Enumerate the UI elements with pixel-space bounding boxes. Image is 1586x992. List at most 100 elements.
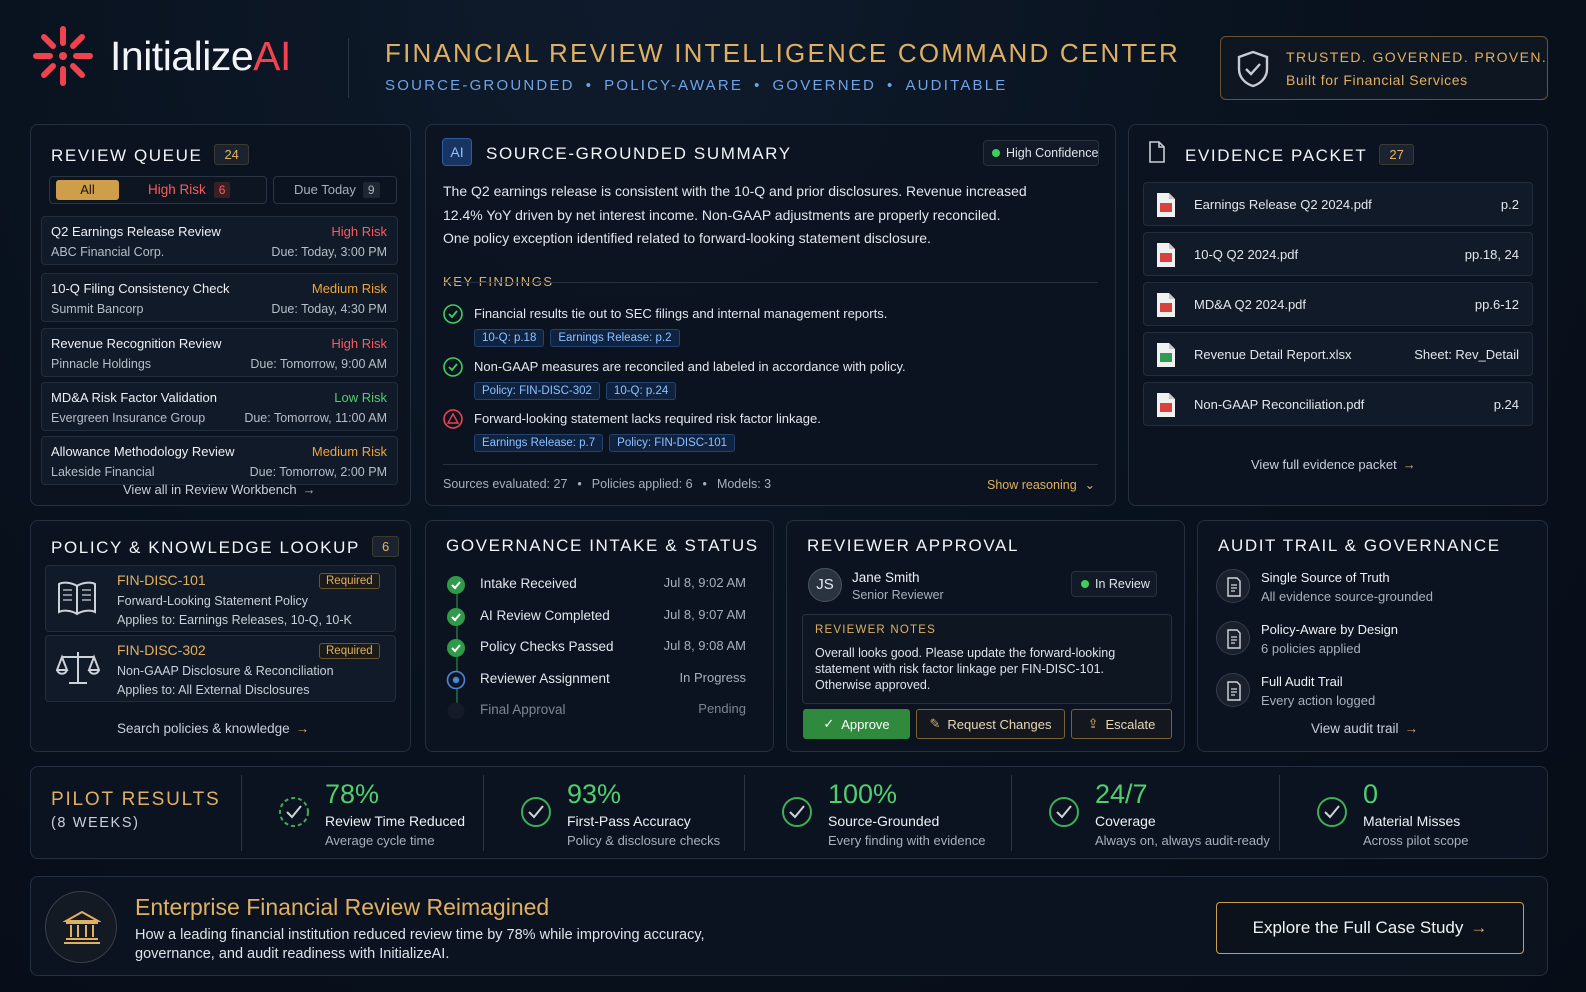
metric-value: 0 [1363,779,1379,809]
required-badge: Required [319,573,380,589]
document-icon [1149,141,1165,163]
clock-cycle-icon [1049,797,1079,827]
finding-text: Financial results tie out to SEC filings… [474,306,888,321]
audit-item: Policy-Aware by Design 6 policies applie… [1216,621,1536,665]
filter-due-today[interactable]: Due Today 9 [273,176,397,204]
notes-label: REVIEWER NOTES [815,624,936,636]
pilot-results-panel: PILOT RESULTS (8 WEEKS) 78% Review Time … [30,766,1548,859]
queue-item-org: Summit Bancorp [51,302,144,316]
case-study-body-2: governance, and audit readiness with Ini… [135,946,450,962]
queue-item-org: Pinnacle Holdings [51,357,152,371]
trust-badge: TRUSTED. GOVERNED. PROVEN. Built for Fin… [1220,36,1548,100]
source-chip[interactable]: Earnings Release: p.2 [550,329,680,347]
audit-item: Single Source of Truth All evidence sour… [1216,569,1536,613]
explore-case-study-button[interactable]: Explore the Full Case Study → [1216,902,1524,954]
queue-item-risk: Low Risk [334,390,387,405]
governance-title: GOVERNANCE INTAKE & STATUS [446,536,759,555]
queue-item-due: Due: Tomorrow, 11:00 AM [244,411,387,425]
filter-high-risk[interactable]: High Risk 6 [148,182,231,198]
filter-all[interactable]: All [56,180,119,200]
evidence-file[interactable]: MD&A Q2 2024.pdf pp.6-12 [1143,282,1533,326]
view-audit-trail-link[interactable]: View audit trail → [1311,721,1418,736]
warning-icon [443,409,463,429]
queue-item-title: Q2 Earnings Release Review [51,224,221,239]
source-chip[interactable]: Earnings Release: p.7 [474,434,604,452]
audit-item-sub: All evidence source-grounded [1261,589,1433,604]
evidence-panel: EVIDENCE PACKET 27 Earnings Release Q2 20… [1128,124,1548,506]
metric-sub: Across pilot scope [1363,833,1469,848]
request-changes-button[interactable]: ✎ Request Changes [916,709,1065,739]
source-chip[interactable]: Policy: FIN-DISC-302 [474,382,600,400]
pilot-metric: 93% First-Pass Accuracy Policy & disclos… [517,775,757,853]
pending-icon [447,702,465,720]
policy-item[interactable]: FIN-DISC-302 Required Non-GAAP Disclosur… [45,635,396,702]
pdf-file-icon [1157,193,1175,217]
summary-title: SOURCE-GROUNDED SUMMARY [486,144,792,163]
escalate-button[interactable]: ⇪ Escalate [1071,709,1172,739]
queue-item-org: Evergreen Insurance Group [51,411,206,425]
metric-value: 24/7 [1095,779,1148,809]
policy-count-badge: 6 [371,536,400,557]
evidence-file[interactable]: Earnings Release Q2 2024.pdf p.2 [1143,182,1533,226]
show-reasoning-toggle[interactable]: Show reasoning ⌄ [987,477,1095,492]
queue-item-title: Revenue Recognition Review [51,336,222,351]
pilot-metric: 24/7 Coverage Always on, always audit-re… [1045,775,1285,853]
pilot-title: PILOT RESULTS [51,789,221,810]
pdf-file-icon [1157,293,1175,317]
evidence-file-name: MD&A Q2 2024.pdf [1194,297,1307,312]
pilot-metric: 0 Material Misses Across pilot scope [1313,775,1553,853]
step-time: Jul 8, 9:02 AM [663,575,746,590]
queue-item-org: Lakeside Financial [51,465,155,479]
evidence-file-ref: Sheet: Rev_Detail [1414,347,1519,362]
check-icon: ✓ [823,716,835,731]
audit-item-sub: 6 policies applied [1261,641,1361,656]
queue-item-org: ABC Financial Corp. [51,245,165,259]
brand-logo[interactable]: InitializeAI [28,20,291,92]
tools-icon [279,797,309,827]
pilot-metric: 78% Review Time Reduced Average cycle ti… [275,775,515,853]
queue-item[interactable]: MD&A Risk Factor Validation Low Risk Eve… [41,382,398,431]
pdf-file-icon [1157,243,1175,267]
governance-step: Final Approval Pending [446,699,756,721]
policy-id: FIN-DISC-302 [117,642,206,658]
step-time: Jul 8, 9:08 AM [663,638,746,653]
queue-item[interactable]: 10-Q Filing Consistency Check Medium Ris… [41,273,398,322]
evidence-file-ref: p.24 [1493,397,1519,412]
policy-item[interactable]: FIN-DISC-101 Required Forward-Looking St… [45,565,396,632]
confidence-badge: High Confidence [983,140,1099,166]
reviewer-notes[interactable]: REVIEWER NOTES Overall looks good. Pleas… [802,614,1172,704]
source-chip[interactable]: 10-Q: p.24 [605,382,677,400]
metric-label: Source-Grounded [828,813,940,829]
check-circle-icon [447,576,465,594]
step-label: Final Approval [480,702,566,717]
finding-item: Financial results tie out to SEC filings… [443,303,1093,351]
target-icon [521,797,551,827]
queue-item[interactable]: Allowance Methodology Review Medium Risk… [41,436,398,485]
governance-step: Intake Received Jul 8, 9:02 AM [446,573,756,595]
pilot-period: (8 WEEKS) [51,815,140,831]
chevron-down-icon: ⌄ [1084,478,1096,492]
queue-item-title: MD&A Risk Factor Validation [51,390,217,405]
edit-icon: ✎ [929,716,941,731]
check-circle-icon [447,639,465,657]
evidence-file[interactable]: Non-GAAP Reconciliation.pdf p.24 [1143,382,1533,426]
policy-panel: POLICY & KNOWLEDGE LOOKUP 6 FIN-DISC-101 … [30,520,411,752]
evidence-file-ref: pp.6-12 [1474,297,1519,312]
view-all-workbench-link[interactable]: View all in Review Workbench → [123,482,316,497]
queue-item[interactable]: Q2 Earnings Release Review High Risk ABC… [41,216,398,265]
evidence-file[interactable]: 10-Q Q2 2024.pdf pp.18, 24 [1143,232,1533,276]
evidence-title: EVIDENCE PACKET 27 [1185,144,1414,166]
shield-people-icon [1317,797,1347,827]
search-policies-link[interactable]: Search policies & knowledge → [117,721,309,736]
approve-button[interactable]: ✓ Approve [803,709,910,739]
source-chip[interactable]: 10-Q: p.18 [474,329,545,347]
source-chip[interactable]: Policy: FIN-DISC-101 [609,434,736,452]
reviewer-role: Senior Reviewer [852,588,944,602]
view-full-evidence-link[interactable]: View full evidence packet → [1251,457,1416,472]
queue-item-title: Allowance Methodology Review [51,444,235,459]
metric-sub: Policy & disclosure checks [567,833,721,848]
evidence-file[interactable]: Revenue Detail Report.xlsx Sheet: Rev_De… [1143,332,1533,376]
page-subtitle: SOURCE-GROUNDED • POLICY-AWARE • GOVERNED • AU… [385,77,1008,94]
queue-item[interactable]: Revenue Recognition Review High Risk Pin… [41,328,398,377]
policy-name: Forward-Looking Statement Policy [117,594,309,608]
